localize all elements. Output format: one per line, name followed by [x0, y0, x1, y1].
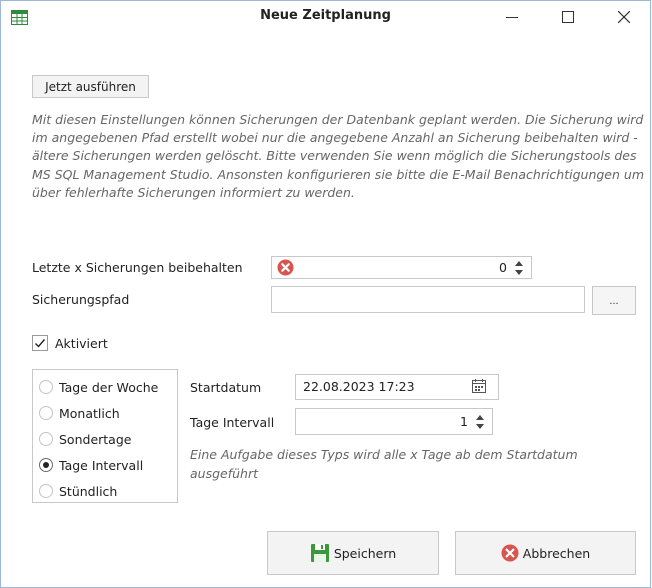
interval-stepper[interactable]: 1 — [295, 408, 493, 435]
dialog-window: Neue Zeitplanung Jetzt ausführen Mit die… — [0, 0, 651, 588]
interval-label: Tage Intervall — [190, 415, 275, 430]
radio-button-selected[interactable] — [39, 458, 53, 472]
browse-button[interactable]: ... — [592, 286, 636, 315]
start-date-value: 22.08.2023 17:23 — [303, 379, 415, 394]
description-text: Mit diesen Einstellungen können Sicherun… — [32, 112, 644, 200]
checkmark-icon — [35, 339, 46, 348]
interval-value: 1 — [460, 414, 468, 429]
spinner-arrows-icon[interactable] — [513, 259, 525, 277]
start-date-picker[interactable]: 22.08.2023 17:23 — [295, 374, 499, 400]
radio-monatlich[interactable]: Monatlich — [39, 403, 120, 423]
keep-backups-value: 0 — [499, 260, 507, 275]
enabled-label: Aktiviert — [55, 336, 108, 351]
spinner-arrows-icon[interactable] — [474, 413, 486, 431]
keep-backups-label: Letzte x Sicherungen beibehalten — [32, 260, 243, 275]
title-bar[interactable]: Neue Zeitplanung — [1, 1, 650, 33]
cancel-button[interactable]: Abbrechen — [455, 531, 636, 575]
close-button[interactable] — [601, 1, 647, 33]
backup-path-label: Sicherungspfad — [32, 292, 130, 307]
radio-button[interactable] — [39, 484, 53, 498]
maximize-button[interactable] — [545, 1, 591, 33]
radio-label: Monatlich — [59, 405, 120, 421]
run-now-button[interactable]: Jetzt ausführen — [32, 75, 149, 98]
radio-button[interactable] — [39, 406, 53, 420]
cancel-icon — [501, 544, 519, 562]
radio-label: Sondertage — [59, 431, 132, 447]
close-icon — [618, 11, 630, 23]
floppy-disk-icon — [310, 544, 329, 562]
cancel-label: Abbrechen — [522, 545, 591, 561]
schedule-type-group: Tage der Woche Monatlich Sondertage Tage… — [32, 369, 178, 503]
radio-label: Tage der Woche — [59, 379, 159, 395]
error-icon — [277, 259, 294, 279]
radio-tage-der-woche[interactable]: Tage der Woche — [39, 377, 158, 397]
radio-sondertage[interactable]: Sondertage — [39, 429, 131, 449]
calendar-icon[interactable] — [472, 379, 486, 396]
radio-stuendlich[interactable]: Stündlich — [39, 481, 117, 501]
radio-label: Stündlich — [59, 483, 118, 499]
radio-label: Tage Intervall — [59, 457, 144, 473]
backup-path-input[interactable] — [271, 286, 585, 313]
minimize-button[interactable] — [489, 1, 535, 33]
radio-button[interactable] — [39, 432, 53, 446]
enabled-checkbox[interactable] — [32, 335, 48, 351]
save-label: Speichern — [333, 545, 397, 561]
radio-tage-intervall[interactable]: Tage Intervall — [39, 455, 143, 475]
interval-note: Eine Aufgabe dieses Typs wird alle x Tag… — [190, 447, 578, 481]
radio-button[interactable] — [39, 380, 53, 394]
save-button[interactable]: Speichern — [267, 531, 439, 575]
keep-backups-stepper[interactable]: 0 — [271, 256, 532, 279]
start-date-label: Startdatum — [190, 380, 262, 395]
maximize-icon — [562, 11, 574, 23]
minimize-icon — [506, 17, 518, 18]
